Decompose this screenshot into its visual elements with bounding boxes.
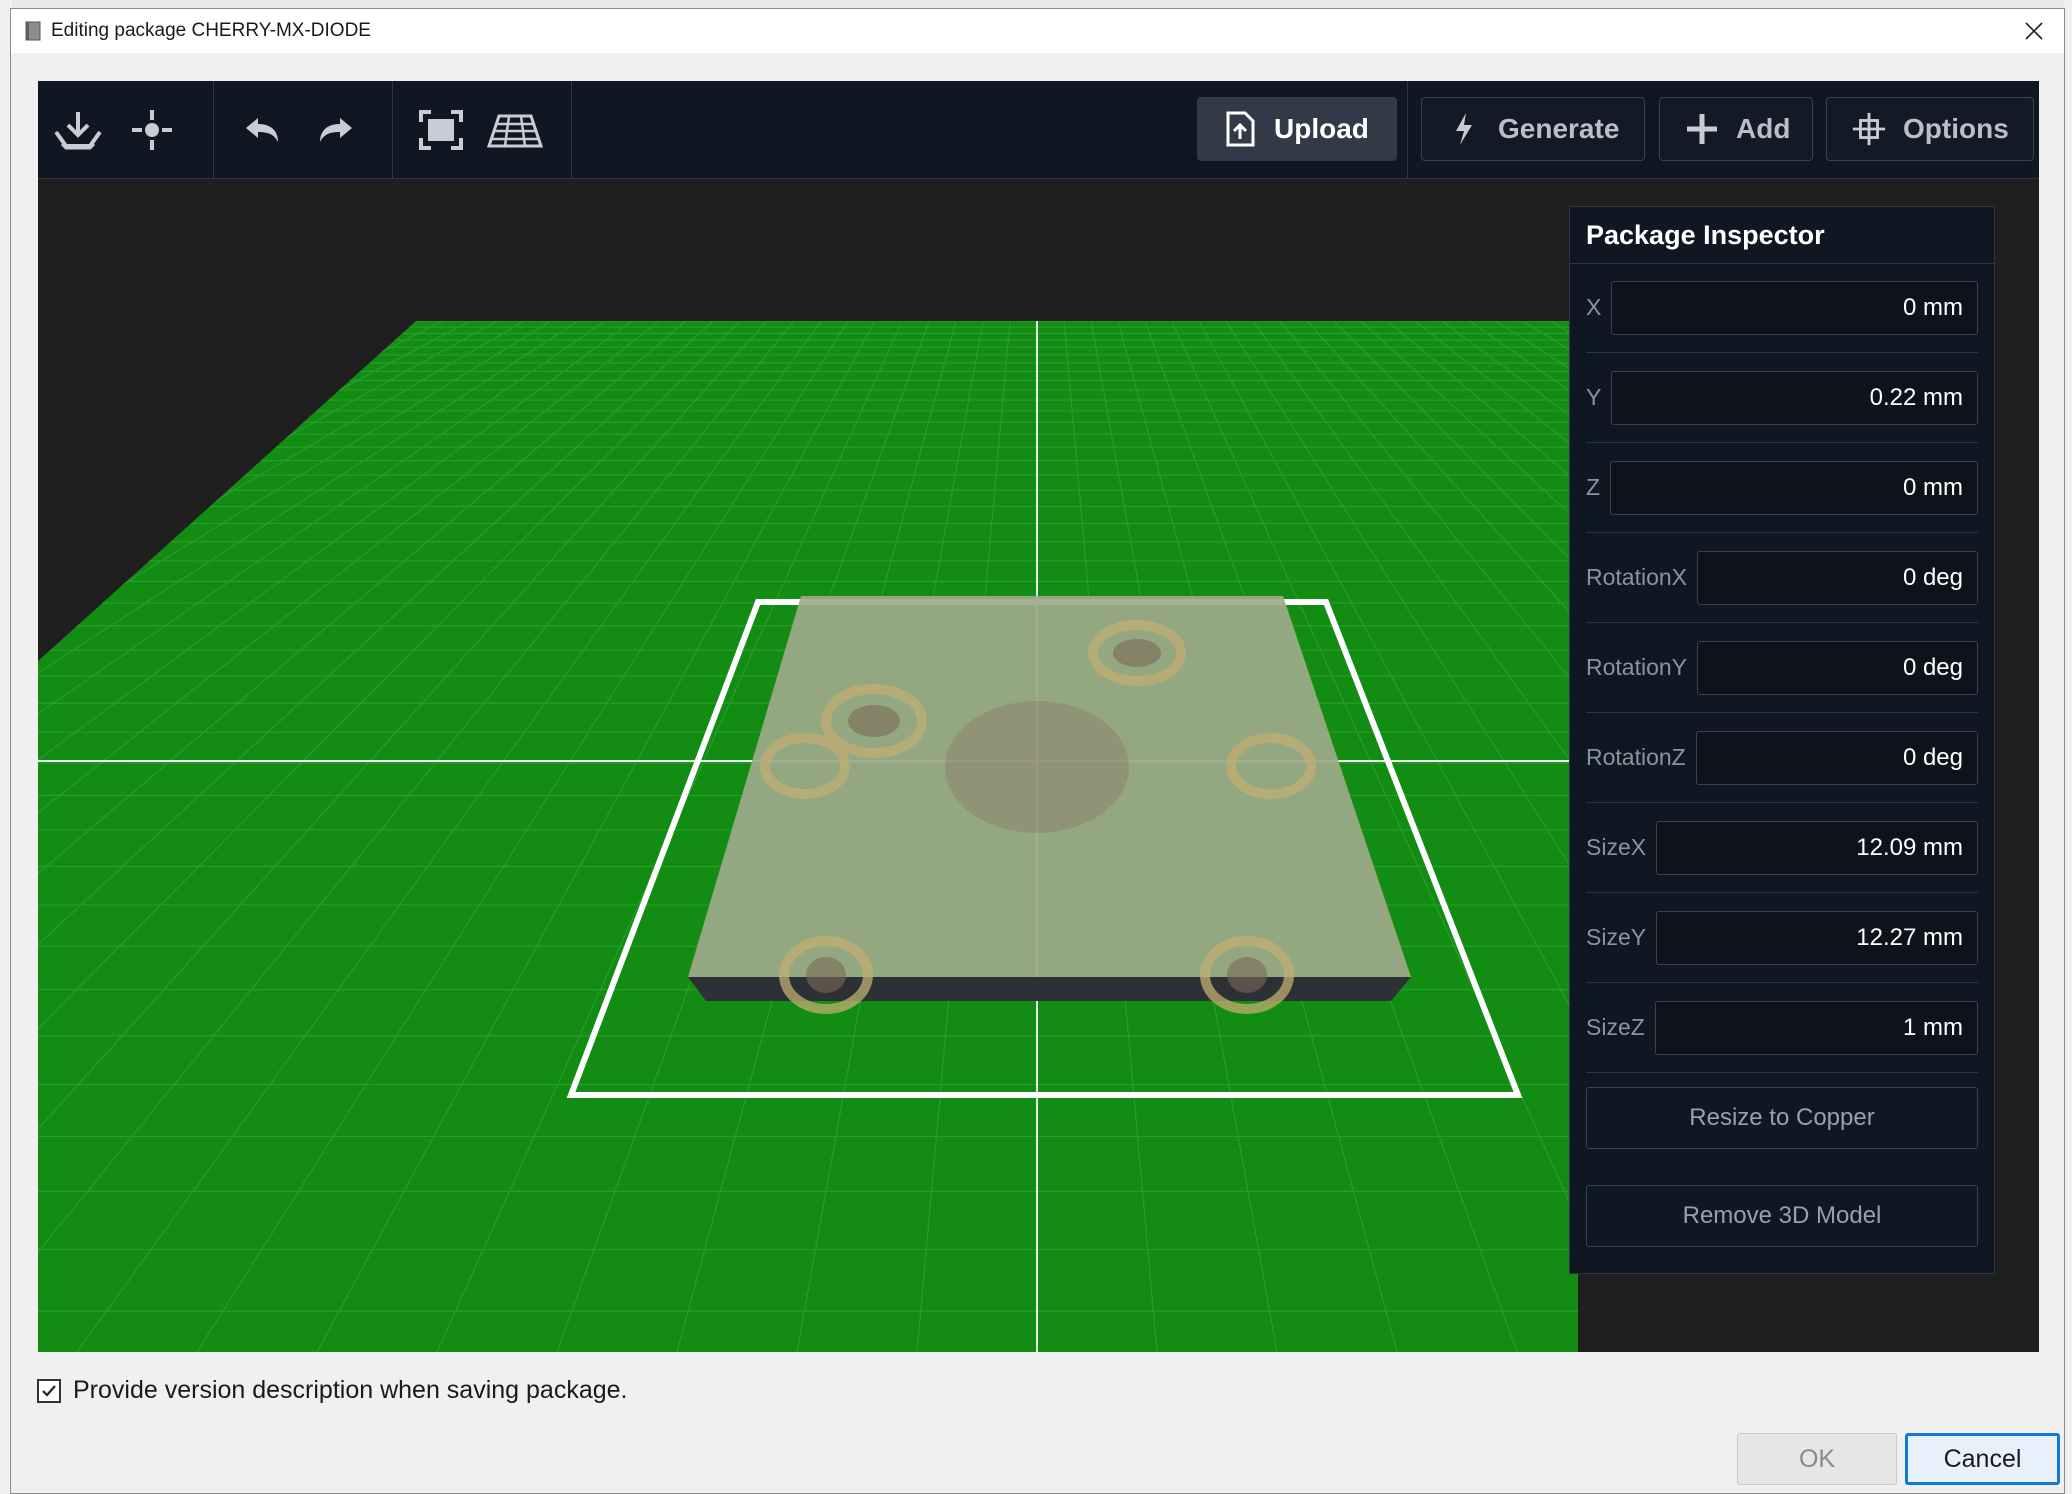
- plus-icon: [1684, 111, 1720, 147]
- ok-button[interactable]: OK: [1737, 1433, 1897, 1485]
- toolbar-separator: [1407, 81, 1408, 178]
- inspector-field-y[interactable]: 0.22 mm: [1611, 370, 1978, 425]
- inspector-field-sizez[interactable]: 1 mm: [1654, 1000, 1978, 1055]
- inspector-field-rotationy[interactable]: 0 deg: [1697, 640, 1978, 695]
- inspector-label: SizeX: [1586, 834, 1647, 860]
- inspector-row-z: Z 0 mm: [1586, 443, 1978, 533]
- package-editor: Upload Generate Add Options Package Insp…: [38, 81, 2039, 1352]
- inspector-label: Y: [1586, 384, 1602, 410]
- toolbar-group-history: [214, 81, 393, 178]
- version-description-option[interactable]: Provide version description when saving …: [37, 1376, 627, 1405]
- inspector-label: RotationX: [1586, 564, 1688, 590]
- background-window-right: [2064, 0, 2072, 1494]
- editor-toolbar: Upload Generate Add Options: [38, 81, 2039, 179]
- inspector-row-rotationz: RotationZ 0 deg: [1586, 713, 1978, 803]
- inspector-field-rotationx[interactable]: 0 deg: [1697, 550, 1978, 605]
- title-bar: Editing package CHERRY-MX-DIODE: [11, 9, 2064, 53]
- inspector-row-sizez: SizeZ 1 mm: [1586, 983, 1978, 1073]
- upload-button[interactable]: Upload: [1197, 97, 1397, 161]
- toolbar-group-placement: [38, 81, 214, 178]
- options-label: Options: [1903, 113, 2009, 144]
- inspector-row-rotationx: RotationX 0 deg: [1586, 533, 1978, 623]
- book-icon: [25, 21, 41, 41]
- inspector-label: X: [1586, 294, 1602, 320]
- inspector-field-rotationz[interactable]: 0 deg: [1695, 730, 1978, 785]
- pad-hole: [1113, 639, 1161, 667]
- inspector-row-rotationy: RotationY 0 deg: [1586, 623, 1978, 713]
- cancel-button[interactable]: Cancel: [1905, 1433, 2060, 1485]
- fit-view-icon[interactable]: [411, 100, 471, 160]
- undo-icon[interactable]: [232, 100, 292, 160]
- inspector-field-z[interactable]: 0 mm: [1610, 460, 1978, 515]
- remove-3d-model-button[interactable]: Remove 3D Model: [1586, 1185, 1978, 1247]
- upload-icon: [1222, 111, 1258, 147]
- options-button[interactable]: Options: [1826, 97, 2034, 161]
- inspector-label: RotationY: [1586, 654, 1688, 680]
- version-description-checkbox[interactable]: [37, 1378, 61, 1403]
- lightning-icon: [1446, 111, 1482, 147]
- generate-label: Generate: [1498, 113, 1620, 144]
- inspector-label: SizeZ: [1586, 1014, 1645, 1040]
- inspector-field-sizey[interactable]: 12.27 mm: [1656, 910, 1978, 965]
- inspector-label: RotationZ: [1586, 744, 1686, 770]
- pad-hole: [806, 957, 846, 993]
- inspector-title: Package Inspector: [1570, 207, 1994, 264]
- pad-hole: [1227, 957, 1267, 993]
- resize-to-copper-button[interactable]: Resize to Copper: [1586, 1087, 1978, 1149]
- close-icon: [2025, 22, 2043, 40]
- dialog-title: Editing package CHERRY-MX-DIODE: [51, 20, 371, 41]
- redo-icon[interactable]: [306, 100, 366, 160]
- add-button[interactable]: Add: [1659, 97, 1813, 161]
- inspector-label: Z: [1586, 474, 1601, 500]
- package-editor-dialog: Editing package CHERRY-MX-DIODE Upload G…: [10, 8, 2065, 1494]
- inspector-row-sizex: SizeX 12.09 mm: [1586, 803, 1978, 893]
- inspector-row-y: Y 0.22 mm: [1586, 353, 1978, 443]
- inspector-label: SizeY: [1586, 924, 1647, 950]
- crosshair-icon: [1851, 111, 1887, 147]
- toolbar-group-view: [393, 81, 572, 178]
- generate-button[interactable]: Generate: [1421, 97, 1645, 161]
- import-icon[interactable]: [48, 100, 108, 160]
- grid-view-icon[interactable]: [485, 100, 545, 160]
- package-inspector: Package Inspector X 0 mm Y 0.22 mm Z 0 mm Rota…: [1569, 206, 1995, 1274]
- upload-label: Upload: [1274, 113, 1369, 144]
- inspector-field-sizex[interactable]: 12.09 mm: [1656, 820, 1978, 875]
- checkmark-icon: [42, 1384, 56, 1397]
- close-button[interactable]: [2004, 9, 2064, 53]
- inspector-field-x[interactable]: 0 mm: [1611, 280, 1978, 335]
- center-pad: [945, 701, 1129, 833]
- pad-hole: [848, 705, 900, 737]
- add-label: Add: [1736, 113, 1791, 144]
- inspector-row-x: X 0 mm: [1586, 263, 1978, 353]
- origin-icon[interactable]: [122, 100, 182, 160]
- version-description-label: Provide version description when saving …: [73, 1376, 628, 1404]
- inspector-row-sizey: SizeY 12.27 mm: [1586, 893, 1978, 983]
